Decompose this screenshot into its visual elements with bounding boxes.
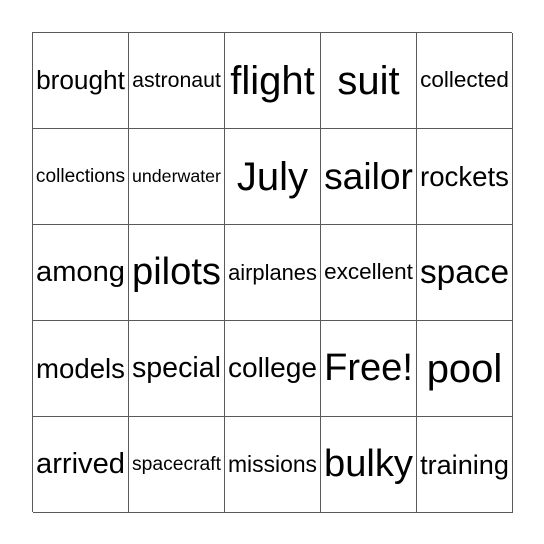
cell-word: training	[420, 448, 509, 480]
cell-word: pool	[426, 346, 503, 391]
cell-word: space	[419, 253, 510, 291]
cell-word: arrived	[36, 447, 125, 480]
cell-word: special	[131, 352, 221, 385]
bingo-cell[interactable]: airplanes	[225, 225, 321, 321]
bingo-cell[interactable]: college	[225, 321, 321, 417]
cell-word: collections	[35, 165, 126, 187]
cell-word: missions	[227, 451, 318, 478]
cell-word: models	[36, 352, 125, 384]
bingo-cell[interactable]: brought	[33, 33, 129, 129]
cell-word: excellent	[324, 259, 413, 285]
bingo-cell[interactable]: models	[33, 321, 129, 417]
bingo-cell[interactable]: space	[417, 225, 513, 321]
bingo-cell[interactable]: pool	[417, 321, 513, 417]
bingo-cell[interactable]: missions	[225, 417, 321, 513]
bingo-cell[interactable]: training	[417, 417, 513, 513]
cell-word: underwater	[132, 165, 221, 186]
bingo-cell[interactable]: pilots	[129, 225, 225, 321]
bingo-cell[interactable]: astronaut	[129, 33, 225, 129]
cell-word: spacecraft	[132, 453, 221, 475]
cell-word: July	[236, 154, 309, 199]
cell-word: among	[36, 255, 125, 288]
cell-word: brought	[36, 65, 125, 96]
bingo-cell[interactable]: collected	[417, 33, 513, 129]
cell-word: astronaut	[132, 67, 221, 92]
free-space-label: Free!	[324, 347, 413, 390]
cell-word: rockets	[420, 160, 509, 192]
cell-word: airplanes	[228, 259, 317, 285]
bingo-cell[interactable]: sailor	[321, 129, 417, 225]
bingo-cell[interactable]: special	[129, 321, 225, 417]
cell-word: sailor	[324, 154, 413, 197]
cell-word: flight	[230, 58, 315, 103]
bingo-cell[interactable]: collections	[33, 129, 129, 225]
bingo-cell[interactable]: among	[33, 225, 129, 321]
bingo-cell[interactable]: bulky	[321, 417, 417, 513]
bingo-cell[interactable]: July	[225, 129, 321, 225]
bingo-cell[interactable]: excellent	[321, 225, 417, 321]
bingo-card: brought astronaut flight suit collected …	[32, 32, 513, 513]
bingo-cell[interactable]: rockets	[417, 129, 513, 225]
cell-word: pilots	[132, 251, 221, 294]
bingo-cell[interactable]: suit	[321, 33, 417, 129]
bingo-cell[interactable]: underwater	[129, 129, 225, 225]
cell-word: bulky	[324, 443, 413, 486]
cell-word: suit	[337, 58, 400, 103]
bingo-cell[interactable]: arrived	[33, 417, 129, 513]
cell-word: collected	[420, 67, 509, 93]
bingo-cell[interactable]: spacecraft	[129, 417, 225, 513]
free-space-cell[interactable]: Free!	[321, 321, 417, 417]
cell-word: college	[227, 352, 318, 384]
bingo-cell[interactable]: flight	[225, 33, 321, 129]
